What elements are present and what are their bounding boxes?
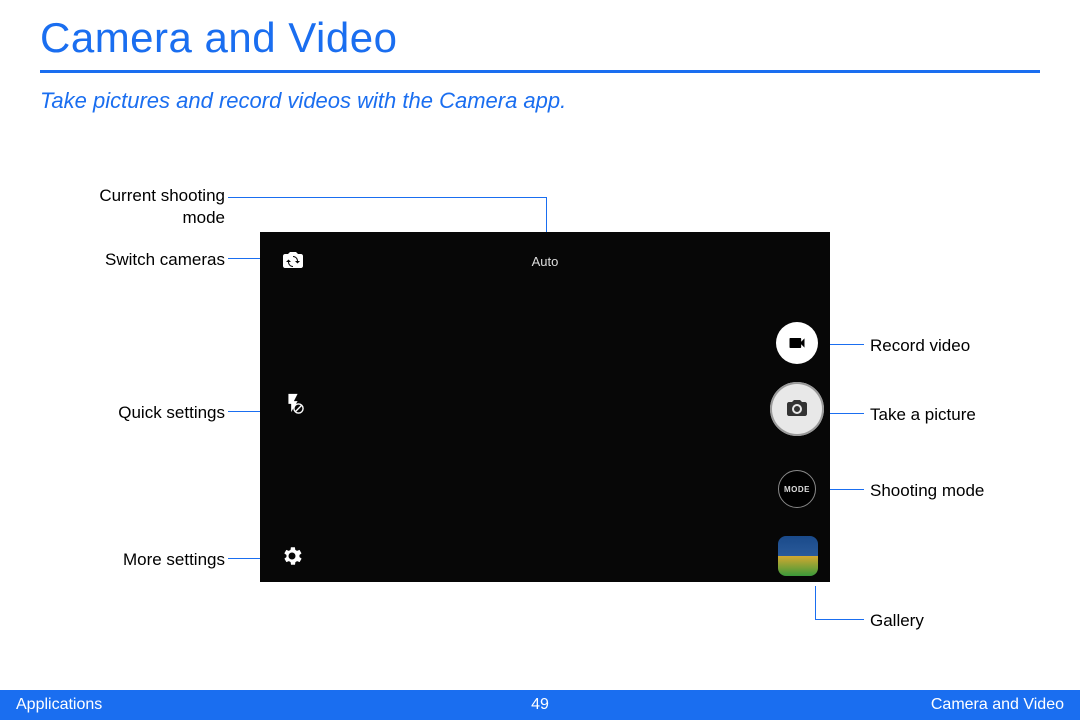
callout-switch-cameras: Switch cameras: [80, 249, 225, 271]
callout-shooting-mode: Shooting mode: [870, 480, 984, 502]
footer-section-left: Applications: [16, 696, 365, 714]
callout-line: [828, 413, 864, 414]
callout-quick-settings: Quick settings: [80, 402, 225, 424]
gallery-thumbnail[interactable]: [778, 536, 818, 576]
callout-line: [815, 619, 864, 620]
callout-more-settings: More settings: [80, 549, 225, 571]
callout-record-video: Record video: [870, 335, 970, 357]
current-mode-label: Auto: [532, 254, 559, 269]
switch-camera-icon[interactable]: [278, 246, 308, 276]
shooting-mode-button[interactable]: MODE: [778, 470, 816, 508]
footer-section-right: Camera and Video: [715, 696, 1064, 714]
page-title: Camera and Video: [40, 14, 397, 62]
take-picture-button[interactable]: [770, 382, 824, 436]
flash-off-icon[interactable]: [280, 390, 306, 416]
title-divider: [40, 70, 1040, 73]
callout-line: [228, 197, 547, 198]
callout-take-a-picture: Take a picture: [870, 404, 976, 426]
footer-page-number: 49: [365, 696, 714, 714]
settings-icon[interactable]: [278, 542, 306, 570]
page-subtitle: Take pictures and record videos with the…: [40, 88, 566, 114]
callout-line: [815, 586, 816, 619]
camera-app-frame: Auto MODE: [260, 232, 830, 582]
footer-bar: Applications 49 Camera and Video: [0, 690, 1080, 720]
record-video-button[interactable]: [776, 322, 818, 364]
callout-gallery: Gallery: [870, 610, 924, 632]
callout-current-shooting-mode: Current shooting mode: [75, 185, 225, 229]
